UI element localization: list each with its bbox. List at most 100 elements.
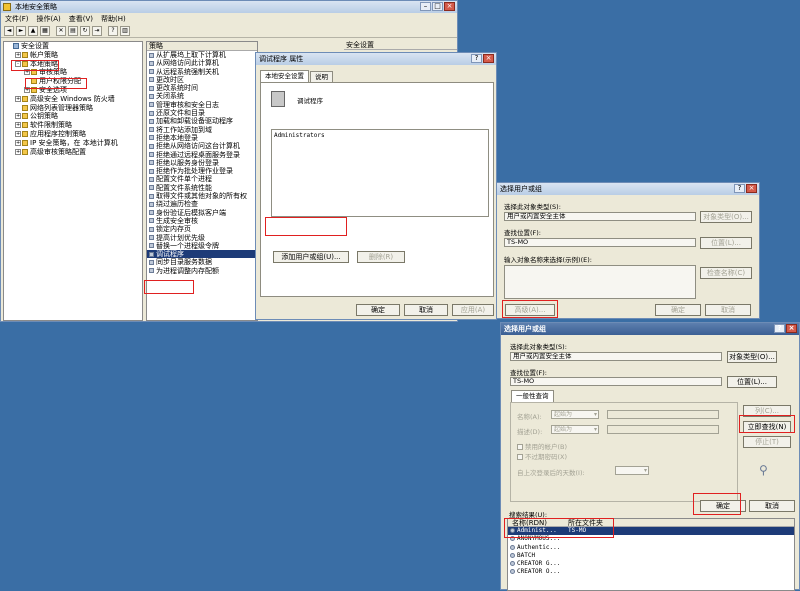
select2-cancel-button[interactable]: 取消 bbox=[749, 500, 795, 512]
tab-common-queries[interactable]: 一般性查询 bbox=[511, 390, 554, 402]
props-apply-button[interactable]: 应用(A) bbox=[452, 304, 494, 316]
name-query-input[interactable] bbox=[607, 410, 719, 419]
policy-row[interactable]: 配置文件系统性能 bbox=[147, 184, 257, 192]
policy-row[interactable]: 同步目录服务数据 bbox=[147, 258, 257, 266]
show-tree-icon[interactable]: ▦ bbox=[40, 26, 50, 36]
column-header-policy[interactable]: 策略 bbox=[147, 42, 257, 51]
tree-item[interactable]: + 高级安全 Windows 防火墙 bbox=[4, 95, 142, 104]
select1-object-type-button[interactable]: 对象类型(O)... bbox=[700, 211, 752, 223]
refresh-icon[interactable]: ↻ bbox=[80, 26, 90, 36]
menu-file[interactable]: 文件(F) bbox=[5, 13, 29, 25]
result-row[interactable]: Administ... TS-MO bbox=[508, 527, 794, 536]
menu-view[interactable]: 查看(V) bbox=[69, 13, 93, 25]
tree-item[interactable]: + 安全选项 bbox=[4, 86, 142, 95]
policy-row[interactable]: 配置文件单个进程 bbox=[147, 175, 257, 183]
find-now-button[interactable]: 立即查找(N) bbox=[743, 421, 791, 433]
expand-toggle-icon[interactable]: + bbox=[15, 130, 21, 137]
properties-titlebar[interactable]: 调试程序 属性 ? × bbox=[256, 53, 496, 65]
close-button[interactable]: × bbox=[444, 2, 455, 11]
tree-item[interactable]: + 审核策略 bbox=[4, 68, 142, 77]
props-close-button[interactable]: × bbox=[483, 54, 494, 63]
select2-location-button[interactable]: 位置(L)... bbox=[727, 376, 777, 388]
policy-row[interactable]: 拒绝以服务身份登录 bbox=[147, 159, 257, 167]
policy-row[interactable]: 关闭系统 bbox=[147, 92, 257, 100]
tree-item[interactable]: - 本地策略 bbox=[4, 60, 142, 69]
results-header-folder[interactable]: 所在文件夹 bbox=[568, 519, 603, 527]
policy-row[interactable]: 拒绝从网络访问这台计算机 bbox=[147, 142, 257, 150]
policy-row[interactable]: 加载和卸载设备驱动程序 bbox=[147, 117, 257, 125]
select2-titlebar[interactable]: 选择用户或组 ? × bbox=[501, 323, 799, 335]
select1-cancel-button[interactable]: 取消 bbox=[705, 304, 751, 316]
tab-local-security-setting[interactable]: 本地安全设置 bbox=[260, 70, 309, 82]
policy-row[interactable]: 更改时区 bbox=[147, 76, 257, 84]
tab-explain[interactable]: 说明 bbox=[310, 71, 333, 82]
select1-help-button[interactable]: ? bbox=[734, 184, 745, 193]
select1-location-button[interactable]: 位置(L)... bbox=[700, 237, 752, 249]
policy-row[interactable]: 提高计划优先级 bbox=[147, 234, 257, 242]
maximize-button[interactable]: □ bbox=[432, 2, 443, 11]
policy-row[interactable]: 生成安全审核 bbox=[147, 217, 257, 225]
properties-icon[interactable]: ▤ bbox=[68, 26, 78, 36]
select1-advanced-button[interactable]: 高级(A)... bbox=[505, 304, 555, 316]
select1-check-names-button[interactable]: 检查名称(C) bbox=[700, 267, 752, 279]
select2-close-button[interactable]: × bbox=[786, 324, 797, 333]
policy-row[interactable]: 从网络访问此计算机 bbox=[147, 59, 257, 67]
select2-help-button[interactable]: ? bbox=[774, 324, 785, 333]
expand-toggle-icon[interactable]: + bbox=[15, 148, 21, 155]
tree-item[interactable]: + 应用程序控制策略 bbox=[4, 130, 142, 139]
policy-row[interactable]: 绕过遍历检查 bbox=[147, 200, 257, 208]
tree-item[interactable]: + 高级审核策略配置 bbox=[4, 148, 142, 157]
desc-query-input[interactable] bbox=[607, 425, 719, 434]
delete-icon[interactable]: ✕ bbox=[56, 26, 66, 36]
props-cancel-button[interactable]: 取消 bbox=[404, 304, 448, 316]
minimize-button[interactable]: – bbox=[420, 2, 431, 11]
expand-toggle-icon[interactable]: - bbox=[15, 60, 21, 67]
back-icon[interactable]: ◄ bbox=[4, 26, 14, 36]
tree-item[interactable]: + 软件限制策略 bbox=[4, 121, 142, 130]
policy-row[interactable]: 身份验证后模拟客户端 bbox=[147, 209, 257, 217]
policy-row[interactable]: 管理审核和安全日志 bbox=[147, 101, 257, 109]
tree-item[interactable]: 用户权限分配 bbox=[4, 77, 142, 86]
select2-ok-button[interactable]: 确定 bbox=[700, 500, 746, 512]
policy-row[interactable]: 为进程调整内存配额 bbox=[147, 267, 257, 275]
expand-toggle-icon[interactable]: + bbox=[15, 122, 21, 129]
disabled-accounts-checkbox[interactable]: 禁用的帐户(B) bbox=[517, 441, 567, 451]
policy-row[interactable]: 替换一个进程级令牌 bbox=[147, 242, 257, 250]
policy-row[interactable]: 拒绝通过远程桌面服务登录 bbox=[147, 151, 257, 159]
name-condition-combo[interactable]: 起始为 bbox=[551, 410, 599, 419]
days-since-logon-combo[interactable] bbox=[615, 466, 649, 475]
forward-icon[interactable]: ► bbox=[16, 26, 26, 36]
result-row[interactable]: ANONYMOUS... bbox=[508, 535, 794, 543]
remove-button[interactable]: 删除(R) bbox=[357, 251, 405, 263]
desc-condition-combo[interactable]: 起始为 bbox=[551, 425, 599, 434]
select1-titlebar[interactable]: 选择用户或组 ? × bbox=[497, 183, 759, 195]
add-user-or-group-button[interactable]: 添加用户或组(U)... bbox=[273, 251, 349, 263]
policy-row[interactable]: 将工作站添加到域 bbox=[147, 126, 257, 134]
menu-help[interactable]: 帮助(H) bbox=[101, 13, 126, 25]
result-row[interactable]: Authentic... bbox=[508, 544, 794, 552]
stop-button[interactable]: 停止(T) bbox=[743, 436, 791, 448]
result-row[interactable]: BATCH bbox=[508, 552, 794, 560]
select1-names-input[interactable] bbox=[504, 265, 696, 299]
result-row[interactable]: CREATOR O... bbox=[508, 568, 794, 576]
column-header-setting[interactable]: 安全设置 bbox=[344, 41, 457, 50]
tree-item[interactable]: + 公钥策略 bbox=[4, 112, 142, 121]
expand-toggle-icon[interactable]: + bbox=[15, 95, 21, 102]
expand-toggle-icon[interactable]: + bbox=[15, 113, 21, 120]
results-header-name[interactable]: 名称(RDN) bbox=[512, 519, 547, 527]
props-help-button[interactable]: ? bbox=[471, 54, 482, 63]
columns-button[interactable]: 列(C)... bbox=[743, 405, 791, 417]
tree-item[interactable]: 安全设置 bbox=[4, 42, 142, 51]
policy-row[interactable]: 从远程系统强制关机 bbox=[147, 68, 257, 76]
policy-row[interactable]: 锁定内存页 bbox=[147, 225, 257, 233]
view-icon[interactable]: ▥ bbox=[120, 26, 130, 36]
up-folder-icon[interactable]: ▲ bbox=[28, 26, 38, 36]
member-item[interactable]: Administrators bbox=[274, 132, 325, 139]
non-expiring-checkbox[interactable]: 不过期密码(X) bbox=[517, 451, 567, 461]
help-icon[interactable]: ? bbox=[108, 26, 118, 36]
expand-toggle-icon[interactable]: + bbox=[24, 86, 30, 93]
menu-action[interactable]: 操作(A) bbox=[37, 13, 61, 25]
expand-toggle-icon[interactable]: + bbox=[15, 139, 21, 146]
select1-close-button[interactable]: × bbox=[746, 184, 757, 193]
tree-item[interactable]: + IP 安全策略，在 本地计算机 bbox=[4, 139, 142, 148]
